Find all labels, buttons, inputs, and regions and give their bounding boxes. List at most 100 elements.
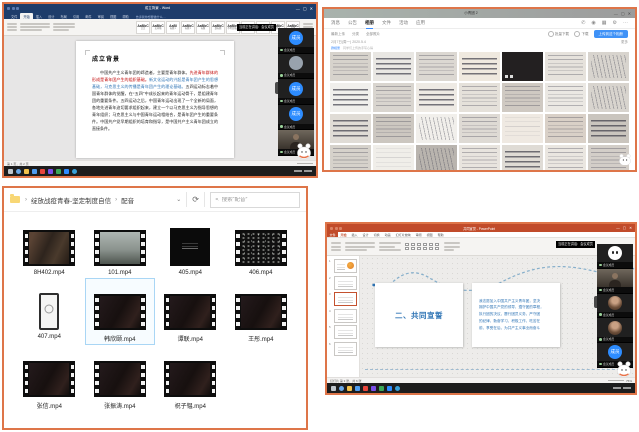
photo-thumbnail[interactable] xyxy=(330,52,371,81)
panel-collapse-handle[interactable] xyxy=(275,82,278,94)
slide-text-card[interactable]: 我志愿加入中国共产主义青年团，坚决拥护中国共产党的领导，遵守团的章程，执行团的决… xyxy=(472,283,560,347)
system-tray[interactable] xyxy=(294,170,312,172)
paragraph-group[interactable] xyxy=(379,242,401,250)
participant-tile[interactable]: 会议成员 xyxy=(597,318,633,343)
photo-thumbnail[interactable] xyxy=(373,83,414,112)
save-icon[interactable] xyxy=(330,227,333,230)
more-icon[interactable] xyxy=(623,20,628,26)
refresh-icon[interactable]: ⟳ xyxy=(192,196,199,204)
ribbon-tab[interactable]: 设计 xyxy=(360,233,371,237)
participant-tile[interactable]: 会议成员 xyxy=(597,294,633,319)
photo-thumbnail[interactable] xyxy=(459,83,500,112)
photo-thumbnail[interactable] xyxy=(330,145,371,170)
photo-thumbnail[interactable] xyxy=(416,83,457,112)
font-group[interactable] xyxy=(345,242,375,250)
browser-icon[interactable] xyxy=(355,386,360,391)
quick-access-toolbar[interactable] xyxy=(7,7,19,10)
photo-thumbnail[interactable] xyxy=(588,52,629,81)
slide-canvas[interactable]: 二、共同宣誓 我志愿加入中国共产主义青年团，坚决拥护中国共产党的领导，遵守团的章… xyxy=(360,256,635,377)
album-action-link[interactable]: 下载 xyxy=(574,31,589,37)
save-icon[interactable] xyxy=(7,7,10,10)
folder-icon[interactable] xyxy=(347,386,352,391)
file-item[interactable]: 8H402.mp4 xyxy=(16,228,82,276)
photo-thumbnail[interactable] xyxy=(502,145,543,170)
photo-thumbnail[interactable] xyxy=(502,114,543,143)
photo-thumbnail[interactable] xyxy=(330,114,371,143)
file-item[interactable]: 101.mp4 xyxy=(87,228,153,276)
file-item[interactable]: 谭联.mp4 xyxy=(157,292,223,343)
more-link[interactable]: 更多 xyxy=(621,40,628,45)
app-icon[interactable] xyxy=(371,386,376,391)
photo-thumbnail[interactable] xyxy=(416,145,457,170)
redo-icon[interactable] xyxy=(339,227,342,230)
ribbon-tab[interactable]: 审阅 xyxy=(413,233,424,237)
quick-access-toolbar[interactable] xyxy=(330,227,342,230)
powerpoint-taskbar-icon[interactable] xyxy=(387,386,392,391)
style-gallery-item[interactable]: AaBbC标题 2 xyxy=(181,21,195,34)
photo-thumbnail[interactable] xyxy=(545,52,586,81)
photo-thumbnail[interactable] xyxy=(416,52,457,81)
ribbon-tab[interactable]: 文件 xyxy=(327,232,338,237)
document-page[interactable]: 成立背景 中国共产主义青年团的缔造者，主要是青年群体。先进青年群体的形成是青年团… xyxy=(76,41,234,158)
panel-collapse-handle[interactable] xyxy=(594,296,597,308)
redo-icon[interactable] xyxy=(16,7,19,10)
file-item[interactable]: 405.mp4 xyxy=(157,228,223,276)
screen-icon[interactable] xyxy=(602,20,607,26)
editing-group[interactable] xyxy=(444,242,460,250)
meeting-app-icon[interactable] xyxy=(395,386,400,391)
file-item[interactable]: 张信.mp4 xyxy=(16,359,82,410)
maximize-icon[interactable] xyxy=(623,226,626,230)
ribbon-tab[interactable]: 动画 xyxy=(382,233,393,237)
slide-thumbnail[interactable] xyxy=(334,309,358,323)
style-gallery-item[interactable]: AaBbC副标题 xyxy=(211,21,225,34)
minimize-icon[interactable] xyxy=(296,6,300,11)
close-icon[interactable] xyxy=(629,226,632,230)
close-icon[interactable] xyxy=(628,11,631,16)
participant-tile[interactable]: 成员会议成员 xyxy=(278,79,314,105)
photo-thumbnail[interactable] xyxy=(373,52,414,81)
album-tab-文件[interactable]: 文件 xyxy=(382,18,391,28)
photo-thumbnail[interactable] xyxy=(459,52,500,81)
minimize-icon[interactable] xyxy=(614,11,618,16)
undo-icon[interactable] xyxy=(12,7,15,10)
album-tab-活动[interactable]: 活动 xyxy=(399,18,408,28)
file-item[interactable]: 407.mp4 xyxy=(16,292,82,343)
meeting-app-icon[interactable] xyxy=(72,169,77,174)
photo-thumbnail[interactable] xyxy=(545,114,586,143)
photo-thumbnail[interactable] xyxy=(545,83,586,112)
start-icon[interactable] xyxy=(331,386,336,391)
slide-thumbnail[interactable] xyxy=(334,259,358,273)
album-tab-应用[interactable]: 应用 xyxy=(416,18,425,28)
photo-thumbnail[interactable] xyxy=(502,52,543,81)
album-tag[interactable]: 群相册 xyxy=(331,46,340,50)
slide-thumbnail[interactable] xyxy=(334,276,358,290)
participant-tile[interactable]: 会议成员 xyxy=(597,269,633,294)
ribbon-tab[interactable]: 帮助 xyxy=(435,233,446,237)
search-icon[interactable] xyxy=(339,386,344,391)
photo-thumbnail[interactable] xyxy=(373,114,414,143)
album-filter-link[interactable]: 最新上传 xyxy=(331,32,345,37)
file-item[interactable]: 韩欣颐.mp4 xyxy=(87,292,153,343)
app-icon[interactable] xyxy=(56,169,61,174)
browser-icon[interactable] xyxy=(32,169,37,174)
shapes-gallery[interactable] xyxy=(405,243,440,250)
album-filter-link[interactable]: 全部照片 xyxy=(366,32,380,37)
album-tab-消息[interactable]: 消息 xyxy=(331,18,340,28)
album-tab-公告[interactable]: 公告 xyxy=(348,18,357,28)
app-icon[interactable] xyxy=(363,386,368,391)
slide-thumbnail[interactable] xyxy=(334,325,358,339)
undo-icon[interactable] xyxy=(335,227,338,230)
ribbon-tab[interactable]: 切换 xyxy=(371,233,382,237)
close-icon[interactable] xyxy=(310,6,313,11)
folder-icon[interactable] xyxy=(24,169,29,174)
phone-icon[interactable] xyxy=(581,20,585,26)
file-item[interactable]: 祝子韫.mp4 xyxy=(157,359,223,410)
participant-tile[interactable]: 会议成员 xyxy=(278,54,314,80)
maximize-icon[interactable] xyxy=(621,11,625,16)
album-tab-相册[interactable]: 相册 xyxy=(365,18,374,28)
ribbon-tab[interactable]: 幻灯片放映 xyxy=(393,233,413,237)
slide-thumbnail[interactable] xyxy=(334,342,358,356)
maximize-icon[interactable] xyxy=(303,6,307,11)
address-dropdown-icon[interactable]: ⌄ xyxy=(176,196,181,203)
photo-thumbnail[interactable] xyxy=(588,83,629,112)
